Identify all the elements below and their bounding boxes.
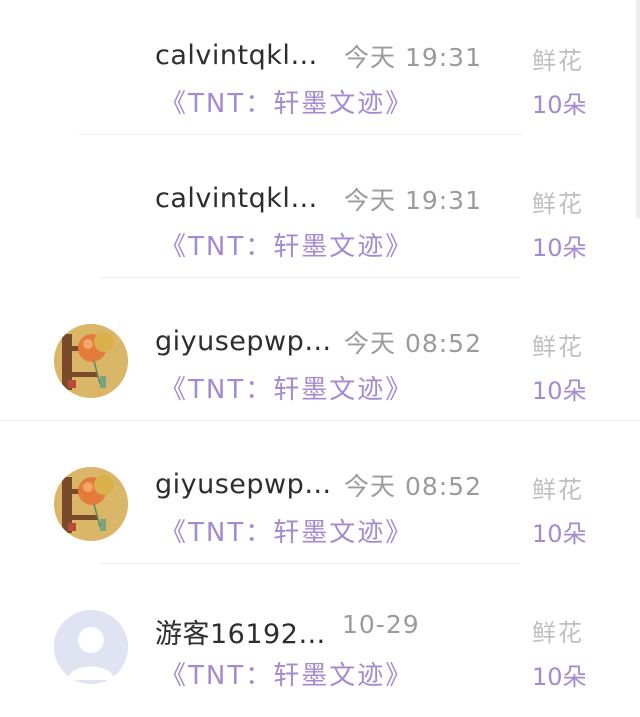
list-item[interactable]: calvintqkl… 今天 19:31 鲜花 《TNT：轩墨文迹》 10朵	[0, 0, 640, 143]
gift-count: 10朵	[532, 377, 587, 405]
work-title-link[interactable]: 《TNT：轩墨文迹》	[160, 655, 413, 692]
list-item[interactable]: calvintqkl… 今天 19:31 鲜花 《TNT：轩墨文迹》 10朵	[0, 143, 640, 286]
username[interactable]: calvintqkl…	[155, 183, 318, 214]
username[interactable]: giyusepwp…	[155, 469, 332, 500]
row-divider	[100, 563, 520, 564]
timestamp: 今天 08:52	[344, 472, 482, 501]
gift-count: 10朵	[532, 520, 587, 548]
timestamp: 今天 19:31	[344, 186, 482, 215]
timestamp: 10-29	[342, 610, 420, 639]
timestamp: 今天 19:31	[344, 43, 482, 72]
gift-type: 鲜花	[532, 190, 584, 218]
gift-type: 鲜花	[532, 47, 584, 75]
gift-count: 10朵	[532, 663, 587, 691]
scrollbar[interactable]	[636, 0, 640, 218]
work-title-link[interactable]: 《TNT：轩墨文迹》	[160, 83, 413, 120]
username[interactable]: 游客16192…	[155, 612, 326, 651]
gift-count: 10朵	[532, 234, 587, 262]
timestamp: 今天 08:52	[344, 329, 482, 358]
gift-type: 鲜花	[532, 333, 584, 361]
row-divider	[78, 134, 523, 135]
work-title-link[interactable]: 《TNT：轩墨文迹》	[160, 226, 413, 263]
work-title-link[interactable]: 《TNT：轩墨文迹》	[160, 369, 413, 406]
row-divider	[0, 420, 640, 421]
gift-type: 鲜花	[532, 476, 584, 504]
list-item[interactable]: 游客16192… 10-29 鲜花 《TNT：轩墨文迹》 10朵	[0, 572, 640, 715]
list-item[interactable]: giyusepwp… 今天 08:52 鲜花 《TNT：轩墨文迹》 10朵	[0, 286, 640, 429]
gift-count: 10朵	[532, 91, 587, 119]
default-user-avatar-icon[interactable]	[54, 610, 128, 684]
username[interactable]: giyusepwp…	[155, 326, 332, 357]
balloon-avatar-icon[interactable]	[54, 324, 128, 398]
row-divider	[100, 277, 520, 278]
work-title-link[interactable]: 《TNT：轩墨文迹》	[160, 512, 413, 549]
list-item[interactable]: giyusepwp… 今天 08:52 鲜花 《TNT：轩墨文迹》 10朵	[0, 429, 640, 572]
balloon-avatar-icon[interactable]	[54, 467, 128, 541]
username[interactable]: calvintqkl…	[155, 40, 318, 71]
gift-type: 鲜花	[532, 619, 584, 647]
